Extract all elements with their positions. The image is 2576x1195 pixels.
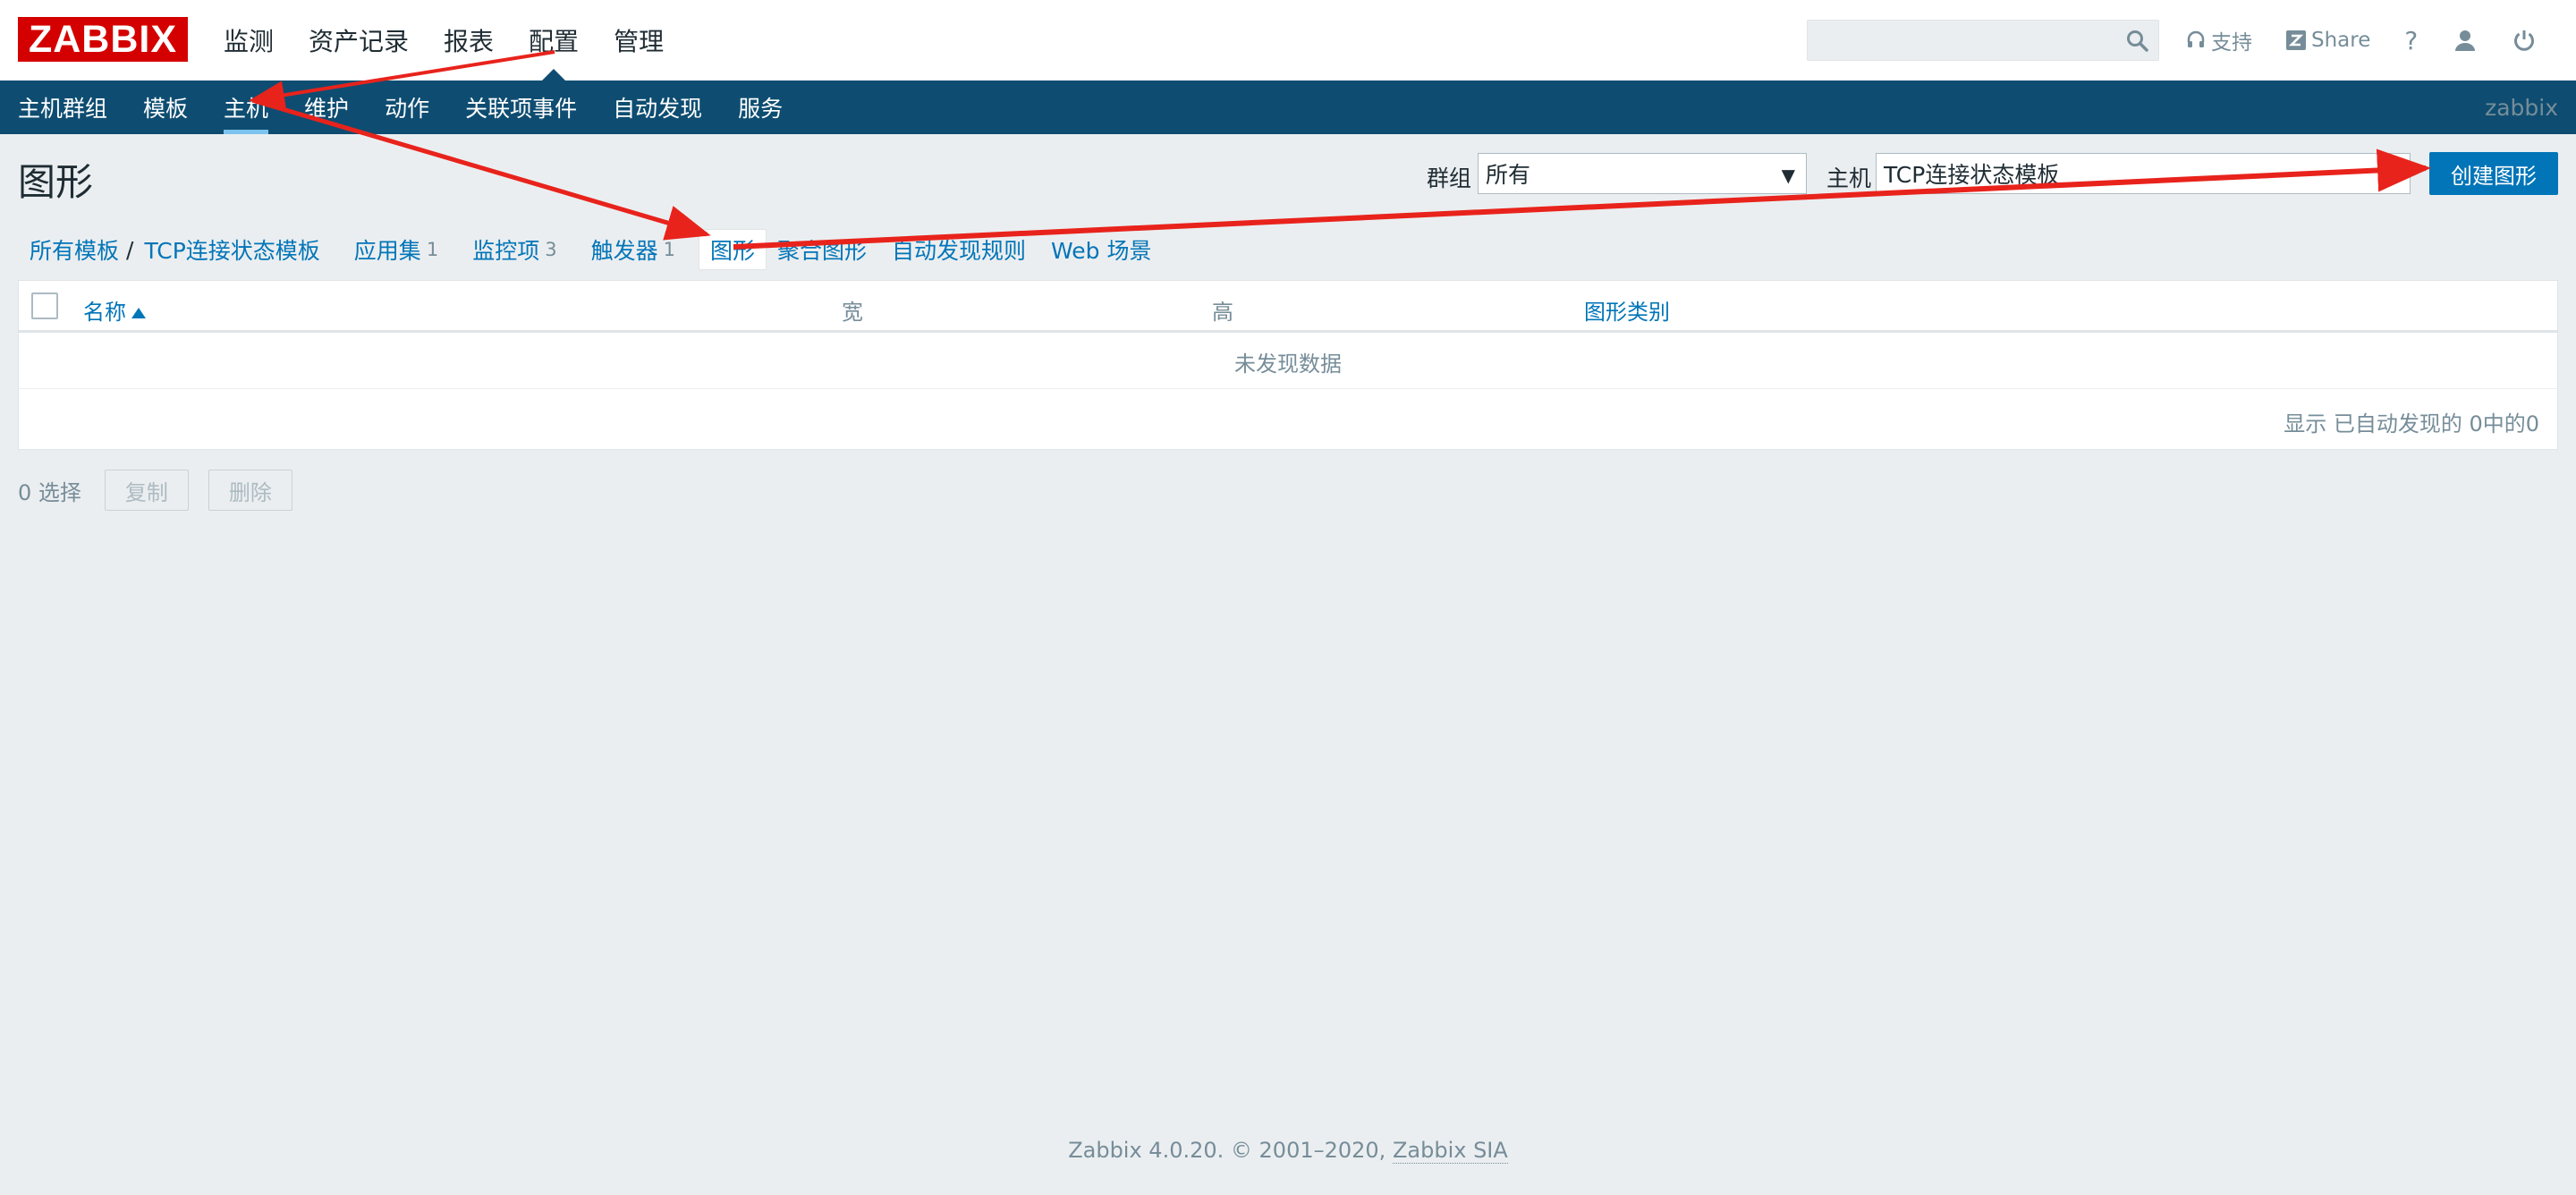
tab-triggers-count: 1 bbox=[663, 239, 675, 260]
breadcrumb-tabs: 所有模板 / TCP连接状态模板 应用集 1 监控项 3 触发器 1 图形 聚合… bbox=[18, 229, 1164, 270]
host-select-value: TCP连接状态模板 bbox=[1884, 162, 2060, 188]
selected-count: 0 选择 bbox=[18, 479, 81, 505]
footer: Zabbix 4.0.20. © 2001–2020, Zabbix SIA bbox=[0, 1138, 2576, 1164]
column-height: 高 bbox=[1212, 300, 1233, 325]
chevron-down-icon: ▼ bbox=[1781, 165, 1795, 186]
subnav-maintenance[interactable]: 维护 bbox=[304, 81, 349, 134]
tab-items-count: 3 bbox=[545, 239, 557, 260]
group-select-value: 所有 bbox=[1486, 162, 1531, 188]
create-graph-button[interactable]: 创建图形 bbox=[2429, 152, 2558, 195]
breadcrumb-separator: / bbox=[126, 236, 134, 263]
table-header: 名称 宽 高 图形类别 bbox=[19, 281, 2557, 333]
main-menu: 监测 资产记录 报表 配置 管理 bbox=[224, 0, 699, 81]
subnav-correlation[interactable]: 关联项事件 bbox=[465, 81, 577, 134]
user-icon bbox=[2455, 30, 2476, 51]
graphs-table: 名称 宽 高 图形类别 未发现数据 显示 已自动发现的 0中的0 bbox=[18, 280, 2558, 450]
footer-text: Zabbix 4.0.20. © 2001–2020, bbox=[1068, 1138, 1386, 1163]
help-icon[interactable]: ? bbox=[2404, 26, 2418, 55]
power-icon bbox=[2514, 30, 2535, 51]
menu-monitoring[interactable]: 监测 bbox=[224, 0, 274, 81]
share-link[interactable]: Share bbox=[2286, 29, 2370, 52]
subnav-templates[interactable]: 模板 bbox=[143, 81, 188, 134]
footer-company-link[interactable]: Zabbix SIA bbox=[1392, 1138, 1508, 1164]
copy-button[interactable]: 复制 bbox=[104, 470, 189, 511]
column-width: 宽 bbox=[842, 300, 863, 325]
subnav-services[interactable]: 服务 bbox=[738, 81, 783, 134]
tab-screens[interactable]: 聚合图形 bbox=[777, 229, 879, 270]
action-bar: 0 选择 复制 删除 bbox=[18, 470, 312, 511]
sub-navigation: 主机群组 模板 主机 维护 动作 关联项事件 自动发现 服务 zabbix bbox=[0, 81, 2576, 134]
menu-configuration[interactable]: 配置 bbox=[529, 0, 579, 81]
share-label: Share bbox=[2311, 29, 2371, 52]
chevron-down-icon: ▼ bbox=[2385, 165, 2399, 186]
sign-out-icon[interactable] bbox=[2512, 29, 2536, 52]
column-graph-type[interactable]: 图形类别 bbox=[1584, 294, 1670, 326]
tab-triggers-label: 触发器 bbox=[590, 238, 658, 264]
search-icon[interactable] bbox=[2126, 30, 2149, 53]
help-glyph: ? bbox=[2404, 25, 2419, 55]
tab-applications[interactable]: 应用集 1 bbox=[333, 229, 451, 270]
empty-table-message: 未发现数据 bbox=[19, 335, 2557, 389]
sort-asc-icon bbox=[131, 308, 146, 318]
tab-items-label: 监控项 bbox=[472, 238, 540, 264]
host-filter-label: 主机 bbox=[1826, 165, 1872, 191]
paging-info: 显示 已自动发现的 0中的0 bbox=[2284, 411, 2539, 436]
tab-template-name[interactable]: TCP连接状态模板 bbox=[137, 229, 332, 270]
tab-applications-count: 1 bbox=[426, 239, 439, 260]
group-select[interactable]: 所有 ▼ bbox=[1478, 153, 1807, 194]
subnav-actions[interactable]: 动作 bbox=[385, 81, 429, 134]
menu-reports[interactable]: 报表 bbox=[444, 0, 494, 81]
menu-inventory[interactable]: 资产记录 bbox=[309, 0, 409, 81]
header-links: 支持 Share ? bbox=[2186, 0, 2572, 81]
tab-all-templates[interactable]: 所有模板 bbox=[18, 229, 123, 270]
column-name-label: 名称 bbox=[83, 300, 126, 325]
tab-triggers[interactable]: 触发器 1 bbox=[570, 229, 688, 270]
server-name: zabbix bbox=[2485, 94, 2558, 121]
select-all-checkbox[interactable] bbox=[31, 292, 58, 319]
host-select[interactable]: TCP连接状态模板 ▼ bbox=[1876, 153, 2411, 194]
tab-applications-label: 应用集 bbox=[353, 238, 421, 264]
tab-web-scenarios[interactable]: Web 场景 bbox=[1038, 229, 1164, 270]
headset-icon bbox=[2187, 30, 2205, 47]
page-title: 图形 bbox=[18, 160, 94, 204]
subnav-discovery[interactable]: 自动发现 bbox=[613, 81, 702, 134]
user-profile-icon[interactable] bbox=[2453, 29, 2477, 52]
top-header: ZABBIX 监测 资产记录 报表 配置 管理 支持 Share ? bbox=[0, 0, 2576, 81]
search-input[interactable] bbox=[1807, 20, 2159, 61]
share-z-icon bbox=[2286, 30, 2306, 50]
delete-button[interactable]: 删除 bbox=[208, 470, 292, 511]
tab-discovery-rules[interactable]: 自动发现规则 bbox=[879, 229, 1038, 270]
group-filter-label: 群组 bbox=[1427, 165, 1472, 191]
subnav-host-groups[interactable]: 主机群组 bbox=[18, 81, 107, 134]
column-name[interactable]: 名称 bbox=[83, 294, 146, 326]
tab-graphs[interactable]: 图形 bbox=[698, 229, 767, 270]
zabbix-logo[interactable]: ZABBIX bbox=[18, 17, 188, 62]
tab-items[interactable]: 监控项 3 bbox=[451, 229, 569, 270]
subnav-hosts[interactable]: 主机 bbox=[224, 81, 269, 134]
support-label: 支持 bbox=[2211, 31, 2252, 55]
support-link[interactable]: 支持 bbox=[2186, 25, 2252, 55]
menu-administration[interactable]: 管理 bbox=[614, 0, 664, 81]
